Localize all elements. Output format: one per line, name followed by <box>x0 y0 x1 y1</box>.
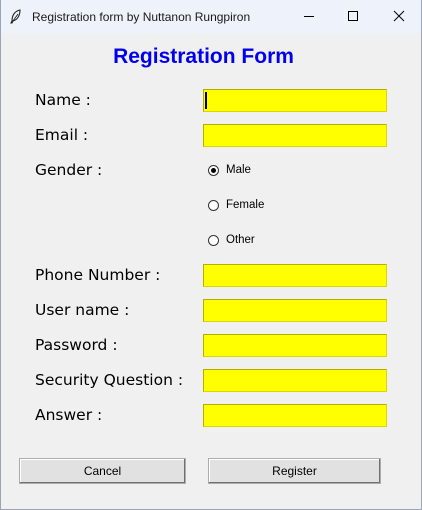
minimize-button[interactable] <box>286 0 332 33</box>
gender-label: Gender : <box>35 161 103 179</box>
username-field[interactable] <box>203 299 387 322</box>
phone-label: Phone Number : <box>35 266 161 284</box>
password-field[interactable] <box>203 334 387 357</box>
gender-female-label[interactable]: Female <box>226 199 264 211</box>
window-title: Registration form by Nuttanon Rungpiron <box>32 10 251 24</box>
security-question-label: Security Question : <box>35 371 184 389</box>
email-field[interactable] <box>203 124 387 147</box>
name-field[interactable] <box>203 89 387 112</box>
gender-other-radio[interactable] <box>208 235 219 246</box>
maximize-button[interactable] <box>330 0 376 33</box>
form-title: Registration Form <box>113 45 294 68</box>
close-icon <box>393 10 405 22</box>
maximize-icon <box>348 11 358 21</box>
email-label: Email : <box>35 126 89 144</box>
security-question-field[interactable] <box>203 369 387 392</box>
text-cursor <box>205 92 207 109</box>
name-label: Name : <box>35 91 91 109</box>
register-button[interactable]: Register <box>208 458 381 484</box>
username-label: User name : <box>35 301 130 319</box>
gender-female-radio[interactable] <box>208 200 219 211</box>
title-bar[interactable]: Registration form by Nuttanon Rungpiron <box>1 0 421 33</box>
close-button[interactable] <box>376 0 422 33</box>
answer-field[interactable] <box>203 404 387 427</box>
feather-icon <box>10 9 21 24</box>
password-label: Password : <box>35 336 118 354</box>
answer-label: Answer : <box>35 406 103 424</box>
gender-other-label[interactable]: Other <box>226 234 255 246</box>
registration-window: Registration form by Nuttanon Rungpiron … <box>0 0 422 510</box>
phone-field[interactable] <box>203 264 387 287</box>
minimize-icon <box>304 16 314 17</box>
cancel-button[interactable]: Cancel <box>19 458 186 484</box>
gender-male-label[interactable]: Male <box>226 164 251 176</box>
gender-male-radio[interactable] <box>208 165 219 176</box>
